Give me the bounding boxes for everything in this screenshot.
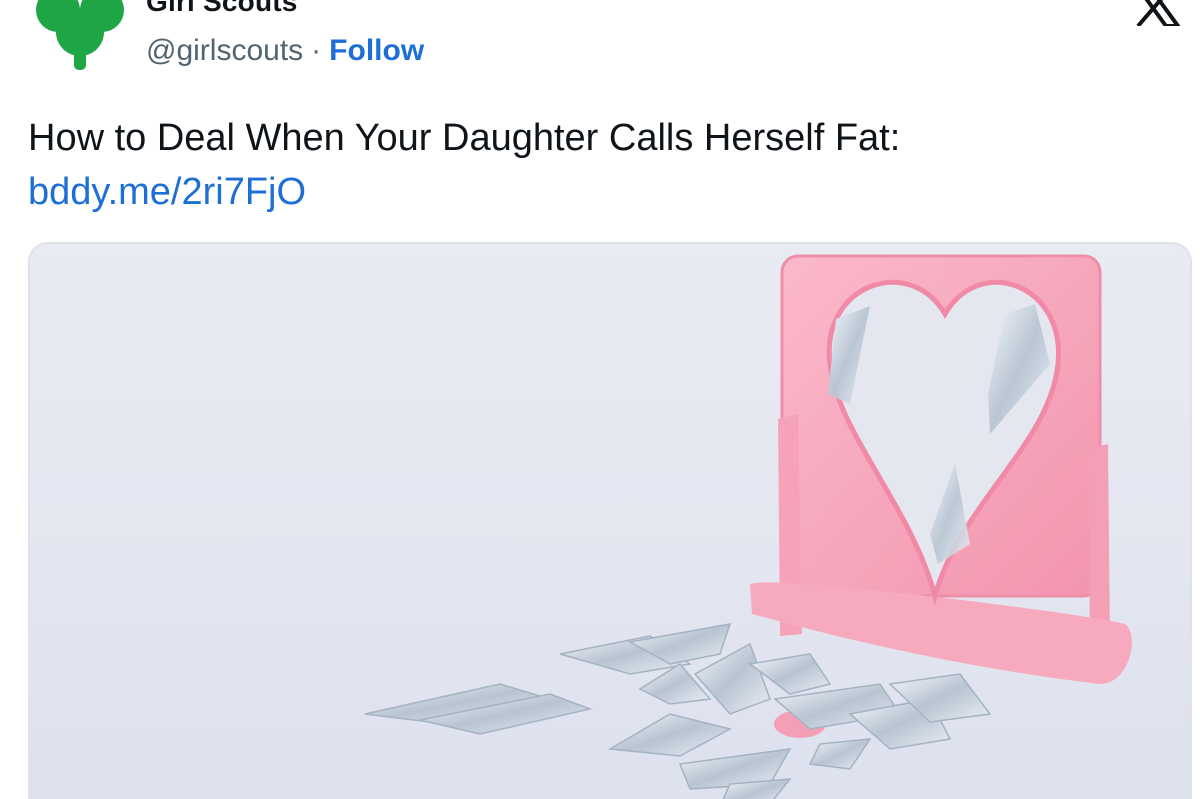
tweet-link[interactable]: bddy.me/2ri7FjO xyxy=(28,166,306,218)
x-logo-icon[interactable] xyxy=(1130,0,1182,26)
broken-mirror-illustration xyxy=(364,254,1132,799)
tweet-media-image[interactable] xyxy=(28,242,1192,799)
separator: · xyxy=(311,34,322,67)
tweet-embed: Girl Scouts @girlscouts · Follow How to De… xyxy=(0,0,1200,799)
girl-scouts-logo-icon[interactable] xyxy=(30,0,130,72)
tweet-text: How to Deal When Your Daughter Calls Her… xyxy=(28,117,901,159)
account-name[interactable]: Girl Scouts xyxy=(146,0,298,18)
handle-row: @girlscouts · Follow xyxy=(146,32,424,70)
account-handle[interactable]: @girlscouts xyxy=(146,34,303,67)
follow-button[interactable]: Follow xyxy=(329,34,424,67)
